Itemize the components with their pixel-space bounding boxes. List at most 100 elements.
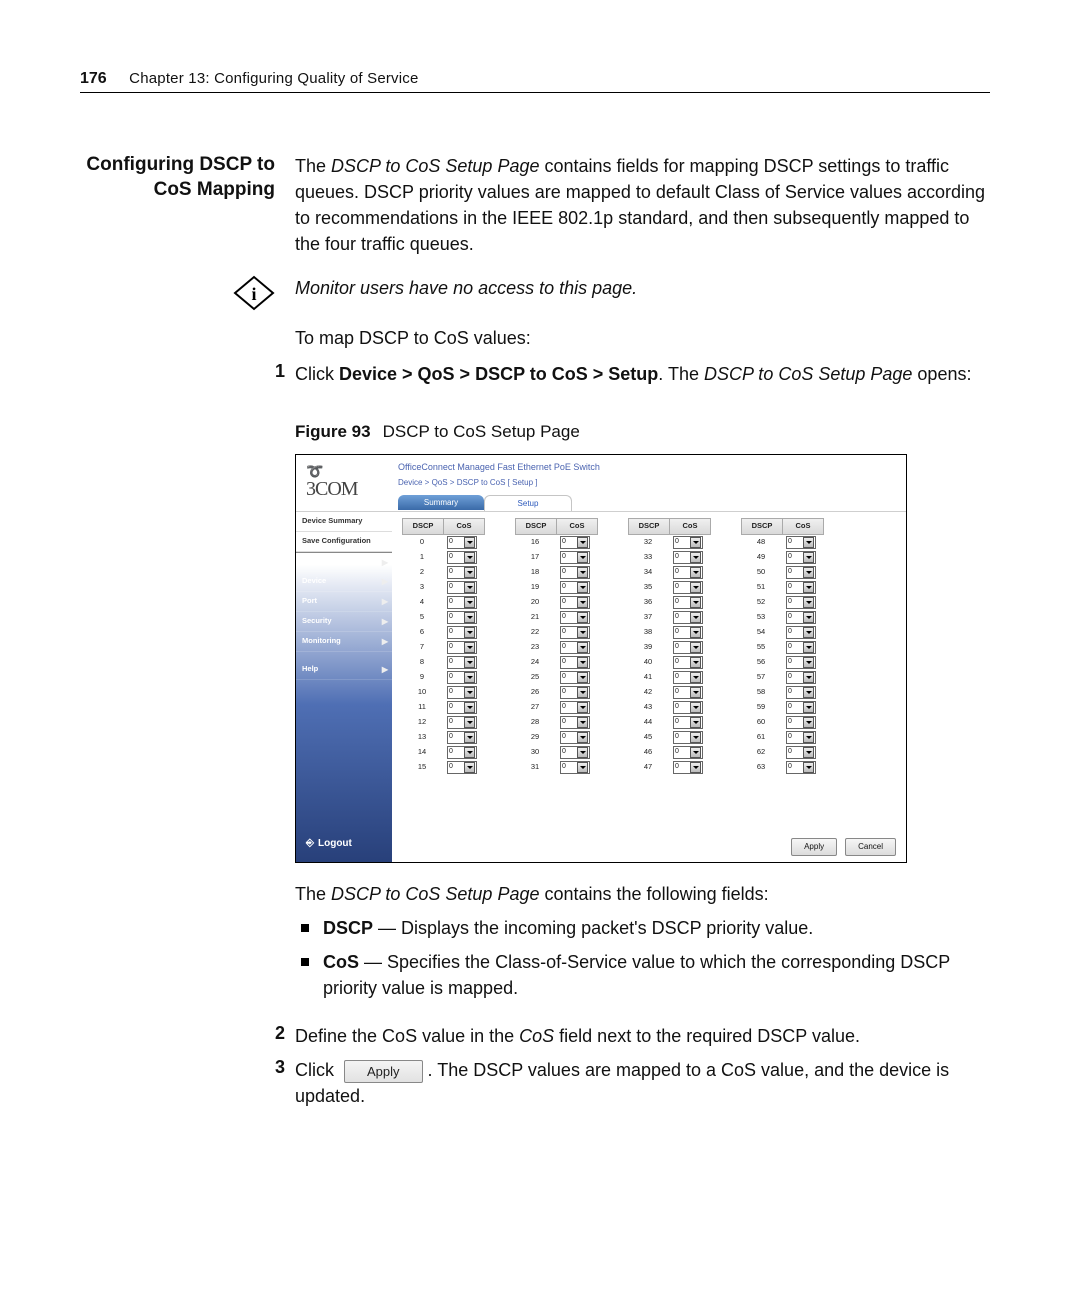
cos-select[interactable]: 0 bbox=[560, 611, 590, 624]
cos-select[interactable]: 0 bbox=[560, 716, 590, 729]
apply-button[interactable]: Apply bbox=[791, 838, 837, 856]
cos-select[interactable]: 0 bbox=[560, 551, 590, 564]
sidebar-item-device[interactable]: Device▶ bbox=[296, 572, 392, 592]
cos-select[interactable]: 0 bbox=[673, 566, 703, 579]
cos-select[interactable]: 0 bbox=[786, 701, 816, 714]
cos-select[interactable]: 0 bbox=[786, 761, 816, 774]
sidebar-item-port[interactable]: Port▶ bbox=[296, 592, 392, 612]
cos-select[interactable]: 0 bbox=[673, 671, 703, 684]
sidebar-item-security[interactable]: Security▶ bbox=[296, 612, 392, 632]
chevron-down-icon bbox=[690, 732, 701, 743]
cos-select[interactable]: 0 bbox=[673, 626, 703, 639]
cos-select[interactable]: 0 bbox=[786, 731, 816, 744]
chevron-down-icon bbox=[577, 537, 588, 548]
cos-select[interactable]: 0 bbox=[786, 656, 816, 669]
dscp-row: 300 bbox=[515, 745, 598, 760]
cos-select[interactable]: 0 bbox=[560, 581, 590, 594]
sidebar-item-help[interactable]: Help▶ bbox=[296, 660, 392, 680]
cos-select[interactable]: 0 bbox=[447, 761, 477, 774]
cos-select[interactable]: 0 bbox=[786, 641, 816, 654]
cos-select[interactable]: 0 bbox=[447, 671, 477, 684]
cos-select[interactable]: 0 bbox=[786, 686, 816, 699]
sidebar-item-save-configuration[interactable]: Save Configuration bbox=[296, 532, 392, 552]
cos-select[interactable]: 0 bbox=[673, 656, 703, 669]
chevron-down-icon bbox=[577, 612, 588, 623]
cos-select[interactable]: 0 bbox=[560, 761, 590, 774]
step-1-text: Click Device > QoS > DSCP to CoS > Setup… bbox=[295, 361, 990, 387]
dscp-row: 210 bbox=[515, 610, 598, 625]
cos-select[interactable]: 0 bbox=[786, 611, 816, 624]
cos-select[interactable]: 0 bbox=[560, 656, 590, 669]
cos-select[interactable]: 0 bbox=[447, 656, 477, 669]
dscp-row: 450 bbox=[628, 730, 711, 745]
cos-select[interactable]: 0 bbox=[447, 626, 477, 639]
cos-select[interactable]: 0 bbox=[786, 596, 816, 609]
cos-select[interactable]: 0 bbox=[560, 566, 590, 579]
cos-select[interactable]: 0 bbox=[673, 746, 703, 759]
chevron-down-icon bbox=[803, 537, 814, 548]
sidebar-item-device-summary[interactable]: Device Summary bbox=[296, 512, 392, 532]
cos-select[interactable]: 0 bbox=[786, 536, 816, 549]
dscp-row: 130 bbox=[402, 730, 485, 745]
cos-select[interactable]: 0 bbox=[786, 671, 816, 684]
cos-select[interactable]: 0 bbox=[560, 731, 590, 744]
cos-select[interactable]: 0 bbox=[560, 641, 590, 654]
cos-select[interactable]: 0 bbox=[560, 671, 590, 684]
cos-select[interactable]: 0 bbox=[560, 536, 590, 549]
fields-intro: The DSCP to CoS Setup Page contains the … bbox=[295, 881, 990, 907]
cos-select[interactable]: 0 bbox=[447, 701, 477, 714]
cos-select[interactable]: 0 bbox=[447, 551, 477, 564]
cos-select[interactable]: 0 bbox=[447, 536, 477, 549]
cos-select[interactable]: 0 bbox=[447, 731, 477, 744]
cos-select[interactable]: 0 bbox=[786, 551, 816, 564]
cos-select[interactable]: 0 bbox=[673, 536, 703, 549]
cos-select[interactable]: 0 bbox=[560, 686, 590, 699]
cos-selected-value: 0 bbox=[788, 717, 792, 727]
chevron-down-icon bbox=[690, 762, 701, 773]
logout-link[interactable]: ⎆ Logout bbox=[306, 837, 352, 852]
apply-button-inline[interactable]: Apply bbox=[344, 1060, 423, 1083]
cos-select[interactable]: 0 bbox=[560, 626, 590, 639]
cos-select[interactable]: 0 bbox=[673, 716, 703, 729]
cos-select[interactable]: 0 bbox=[447, 566, 477, 579]
cos-select[interactable]: 0 bbox=[673, 731, 703, 744]
cos-select[interactable]: 0 bbox=[673, 641, 703, 654]
cos-select[interactable]: 0 bbox=[447, 686, 477, 699]
sidebar-item-monitoring[interactable]: Monitoring▶ bbox=[296, 632, 392, 652]
cos-select[interactable]: 0 bbox=[673, 761, 703, 774]
cos-select[interactable]: 0 bbox=[673, 551, 703, 564]
cos-select[interactable]: 0 bbox=[560, 596, 590, 609]
cos-select[interactable]: 0 bbox=[786, 746, 816, 759]
cancel-button[interactable]: Cancel bbox=[845, 838, 896, 856]
cos-select[interactable]: 0 bbox=[673, 596, 703, 609]
cos-select[interactable]: 0 bbox=[447, 716, 477, 729]
cos-selected-value: 0 bbox=[449, 717, 453, 727]
cos-select[interactable]: 0 bbox=[560, 701, 590, 714]
cos-selected-value: 0 bbox=[788, 552, 792, 562]
dscp-value: 44 bbox=[628, 717, 668, 728]
info-icon: i bbox=[233, 275, 275, 311]
tab-setup[interactable]: Setup bbox=[484, 495, 572, 511]
cos-select[interactable]: 0 bbox=[447, 611, 477, 624]
cos-select[interactable]: 0 bbox=[673, 611, 703, 624]
dscp-row: 560 bbox=[741, 655, 824, 670]
dscp-value: 54 bbox=[741, 627, 781, 638]
cos-select[interactable]: 0 bbox=[560, 746, 590, 759]
cos-select[interactable]: 0 bbox=[786, 566, 816, 579]
sidebar-item-administration[interactable]: Administration▶ bbox=[296, 553, 392, 573]
cos-select[interactable]: 0 bbox=[447, 596, 477, 609]
tab-summary[interactable]: Summary bbox=[398, 495, 484, 510]
cos-select[interactable]: 0 bbox=[786, 716, 816, 729]
cos-select[interactable]: 0 bbox=[786, 581, 816, 594]
cos-select[interactable]: 0 bbox=[786, 626, 816, 639]
dscp-value: 36 bbox=[628, 597, 668, 608]
cos-select[interactable]: 0 bbox=[673, 581, 703, 594]
chevron-down-icon bbox=[577, 552, 588, 563]
submenu-arrow-icon: ▶ bbox=[382, 596, 388, 608]
cos-select[interactable]: 0 bbox=[447, 641, 477, 654]
cos-select[interactable]: 0 bbox=[447, 746, 477, 759]
cos-select[interactable]: 0 bbox=[447, 581, 477, 594]
dscp-row: 180 bbox=[515, 565, 598, 580]
cos-select[interactable]: 0 bbox=[673, 701, 703, 714]
cos-select[interactable]: 0 bbox=[673, 686, 703, 699]
